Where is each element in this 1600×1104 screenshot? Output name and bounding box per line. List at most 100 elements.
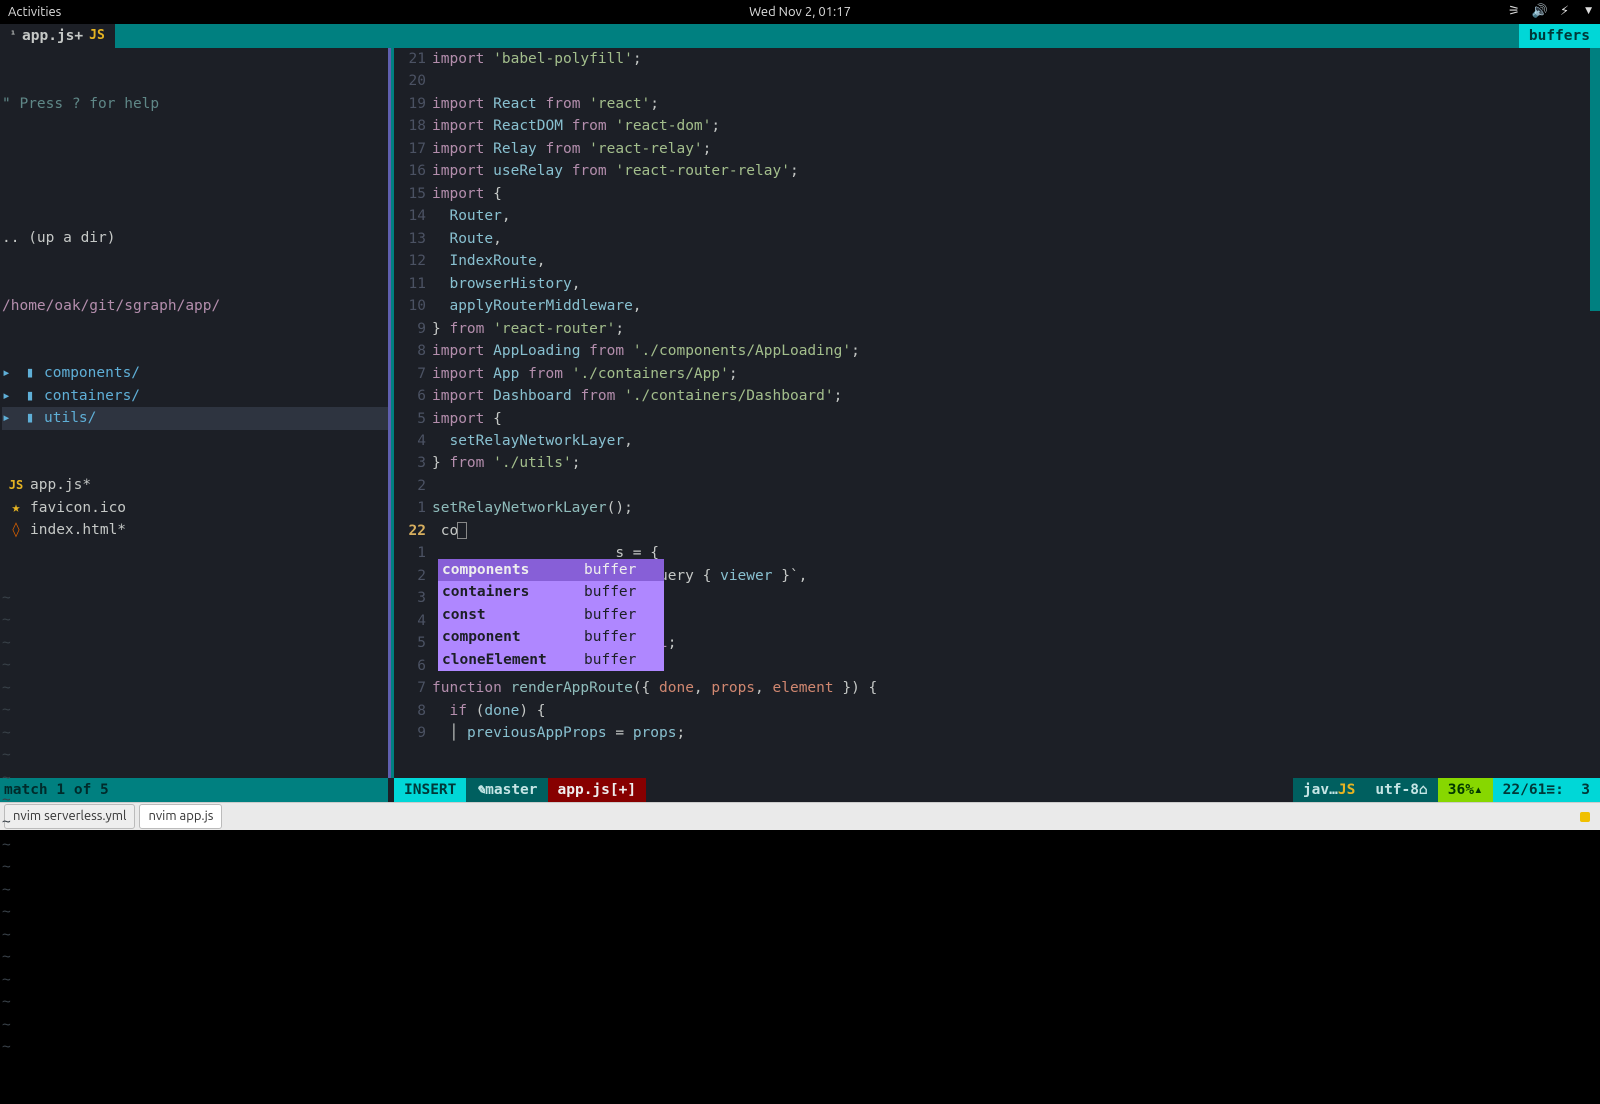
line-number: 21 [394,48,432,70]
empty-line-tilde: ~ [2,789,388,811]
code-line[interactable]: 15import { [394,183,1600,205]
line-number: 19 [394,93,432,115]
line-number: 14 [394,205,432,227]
line-number: 18 [394,115,432,137]
nerdtree-updir[interactable]: .. (up a dir) [2,227,388,249]
code-content: │ previousAppProps = props; [432,722,1600,744]
code-line[interactable]: 1setRelayNetworkLayer(); [394,497,1600,519]
nerdtree-dir[interactable]: ▸ ▮ utils/ [2,407,388,429]
completion-word: const [442,604,584,626]
code-line[interactable]: 13 Route, [394,228,1600,250]
completion-kind: buffer [584,604,660,626]
line-number: 5 [394,408,432,430]
activities-button[interactable]: Activities [8,2,61,22]
code-content: IndexRoute, [432,250,1600,272]
code-line[interactable]: 9} from 'react-router'; [394,318,1600,340]
buffers-button[interactable]: buffers [1519,24,1600,48]
nerdtree-sidebar[interactable]: " Press ? for help .. (up a dir) /home/o… [0,48,388,778]
js-icon: JS [2,476,30,495]
empty-line-tilde: ~ [2,609,388,631]
empty-line-tilde: ~ [2,991,388,1013]
code-line[interactable]: 21import 'babel-polyfill'; [394,48,1600,70]
filetype-status: jav… JS [1293,778,1365,802]
file-name: index.html* [30,519,126,541]
line-number: 11 [394,273,432,295]
vim-tabline: ¹app.js+ JS buffers [0,24,1600,48]
editor-pane[interactable]: 21import 'babel-polyfill';2019import Rea… [394,48,1600,778]
code-content: import { [432,183,1600,205]
code-line[interactable]: 17import Relay from 'react-relay'; [394,138,1600,160]
nerdtree-dir[interactable]: ▸ ▮ components/ [2,362,388,384]
completion-item[interactable]: constbuffer [438,604,664,626]
star-icon: ★ [2,497,30,519]
code-line[interactable]: 16import useRelay from 'react-router-rel… [394,160,1600,182]
code-line[interactable]: 6import Dashboard from './containers/Das… [394,385,1600,407]
code-line[interactable]: 2 [394,475,1600,497]
empty-line-tilde: ~ [2,811,388,833]
clock[interactable]: Wed Nov 2, 01:17 [749,2,851,22]
code-line[interactable]: 4 setRelayNetworkLayer, [394,430,1600,452]
code-line[interactable]: 7import App from './containers/App'; [394,363,1600,385]
line-number: 12 [394,250,432,272]
gnome-topbar: Activities Wed Nov 2, 01:17 ⚞ 🔊 ⚡ ▼ [0,0,1600,24]
line-number: 3 [394,587,432,609]
file-name: app.js* [30,474,91,496]
code-content: if (done) { [432,700,1600,722]
code-content: import AppLoading from './components/App… [432,340,1600,362]
completion-item[interactable]: componentsbuffer [438,559,664,581]
js-icon: JS [89,26,105,46]
completion-item[interactable]: containersbuffer [438,581,664,603]
code-line[interactable]: 22 co [394,520,1600,542]
encoding-status: utf-8 ⌂ [1365,778,1437,802]
code-line[interactable]: 11 browserHistory, [394,273,1600,295]
editor-scrollbar[interactable] [1590,48,1600,778]
system-menu-icon[interactable]: ▼ [1585,5,1592,19]
code-line[interactable]: 19import React from 'react'; [394,93,1600,115]
empty-line-tilde: ~ [2,901,388,923]
battery-icon[interactable]: ⚡ [1560,2,1569,22]
completion-word: containers [442,581,584,603]
code-line[interactable]: 3} from './utils'; [394,452,1600,474]
cursor [457,522,467,539]
nerdtree-file[interactable]: JS app.js* [2,474,388,496]
git-branch: ✎ master [466,778,547,802]
line-number: 22 [394,520,432,542]
tab-active[interactable]: ¹app.js+ JS [0,24,115,48]
scroll-percent: 36% ▴ [1438,778,1493,802]
code-content: applyRouterMiddleware, [432,295,1600,317]
code-line[interactable]: 8 if (done) { [394,700,1600,722]
code-content: import ReactDOM from 'react-dom'; [432,115,1600,137]
line-number: 4 [394,430,432,452]
code-content [432,70,1600,92]
nerdtree-file[interactable]: ★ favicon.ico [2,497,388,519]
code-line[interactable]: 10 applyRouterMiddleware, [394,295,1600,317]
empty-line-tilde: ~ [2,1036,388,1058]
code-line[interactable]: 12 IndexRoute, [394,250,1600,272]
code-content: import { [432,408,1600,430]
code-content: browserHistory, [432,273,1600,295]
completion-word: component [442,626,584,648]
empty-line-tilde: ~ [2,834,388,856]
completion-popup[interactable]: componentsbuffercontainersbufferconstbuf… [438,559,664,671]
code-content: co [432,520,1600,542]
line-number: 9 [394,722,432,744]
wifi-icon[interactable]: ⚞ [1508,2,1520,22]
code-line[interactable]: 5import { [394,408,1600,430]
code-line[interactable]: 8import AppLoading from './components/Ap… [394,340,1600,362]
code-content: setRelayNetworkLayer, [432,430,1600,452]
nerdtree-dir[interactable]: ▸ ▮ containers/ [2,385,388,407]
line-number: 20 [394,70,432,92]
code-line[interactable]: 18import ReactDOM from 'react-dom'; [394,115,1600,137]
volume-icon[interactable]: 🔊 [1532,2,1548,22]
chevron-right-icon: ▸ [2,385,16,407]
completion-item[interactable]: cloneElementbuffer [438,649,664,671]
code-line[interactable]: 9 │ previousAppProps = props; [394,722,1600,744]
nerdtree-file[interactable]: ◊ index.html* [2,519,388,541]
code-line[interactable]: 7function renderAppRoute({ done, props, … [394,677,1600,699]
completion-item[interactable]: componentbuffer [438,626,664,648]
line-number: 10 [394,295,432,317]
scrollbar-thumb[interactable] [1590,48,1600,311]
code-line[interactable]: 20 [394,70,1600,92]
line-number: 15 [394,183,432,205]
code-line[interactable]: 14 Router, [394,205,1600,227]
